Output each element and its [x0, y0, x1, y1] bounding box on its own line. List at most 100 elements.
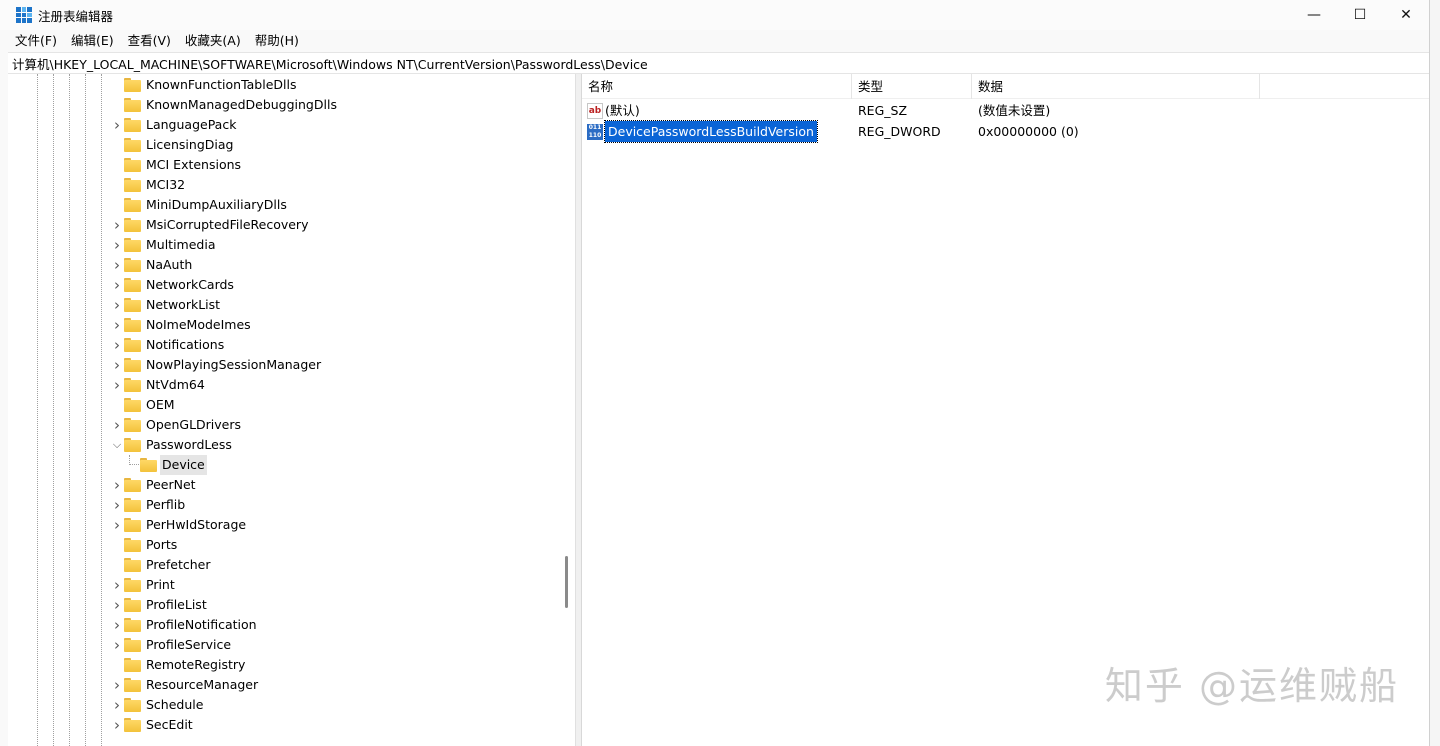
watermark-text: 知乎 @运维贼船 — [1104, 664, 1399, 708]
chevron-right-icon[interactable]: › — [112, 315, 122, 335]
tree-item[interactable]: › Schedule — [8, 695, 548, 715]
menu-view[interactable]: 查看(V) — [121, 30, 178, 52]
folder-icon — [124, 178, 141, 192]
menu-favorites[interactable]: 收藏夹(A) — [178, 30, 248, 52]
column-header-name[interactable]: 名称 — [582, 74, 852, 99]
tree-item[interactable]: › ProfileService — [8, 635, 548, 655]
tree-item[interactable]: › ProfileNotification — [8, 615, 548, 635]
tree-item-label: OpenGLDrivers — [146, 417, 242, 432]
chevron-right-icon[interactable]: › — [112, 375, 122, 395]
folder-icon — [124, 538, 141, 552]
tree-item[interactable]: › LanguagePack — [8, 115, 548, 135]
tree-item[interactable]: › NtVdm64 — [8, 375, 548, 395]
chevron-right-icon[interactable]: › — [112, 215, 122, 235]
tree-item[interactable]: › NetworkList — [8, 295, 548, 315]
tree-item[interactable]: OEM — [8, 395, 548, 415]
tree-scrollbar-thumb[interactable] — [565, 556, 568, 608]
tree-item[interactable]: KnownFunctionTableDlls — [8, 75, 548, 95]
folder-icon — [124, 438, 141, 452]
chevron-right-icon[interactable]: › — [112, 615, 122, 635]
tree-item[interactable]: › PeerNet — [8, 475, 548, 495]
tree-item-label: ProfileNotification — [146, 617, 257, 632]
tree-item-label: ProfileService — [146, 637, 232, 652]
chevron-right-icon[interactable]: › — [112, 335, 122, 355]
chevron-right-icon[interactable]: › — [112, 235, 122, 255]
tree-item-label: PeerNet — [146, 477, 196, 492]
chevron-right-icon[interactable]: › — [112, 415, 122, 435]
maximize-button[interactable]: ☐ — [1337, 0, 1383, 30]
tree-item[interactable]: Ports — [8, 535, 548, 555]
tree-item[interactable]: KnownManagedDebuggingDlls — [8, 95, 548, 115]
tree-item[interactable]: MCI Extensions — [8, 155, 548, 175]
tree-item[interactable]: Prefetcher — [8, 555, 548, 575]
title-bar[interactable]: 注册表编辑器 — ☐ ✕ — [0, 0, 1429, 30]
close-button[interactable]: ✕ — [1383, 0, 1429, 30]
tree-item-label: OEM — [146, 397, 175, 412]
tree-item-label: PerHwIdStorage — [146, 517, 247, 532]
chevron-right-icon[interactable]: › — [112, 635, 122, 655]
tree-item[interactable]: › SecEdit — [8, 715, 548, 735]
tree-item[interactable]: MCI32 — [8, 175, 548, 195]
chevron-down-icon[interactable]: ⌵ — [112, 435, 122, 455]
key-tree-pane[interactable]: KnownFunctionTableDlls KnownManagedDebugg… — [8, 74, 576, 746]
folder-icon — [124, 418, 141, 432]
tree-item[interactable]: › OpenGLDrivers — [8, 415, 548, 435]
tree-item[interactable]: LicensingDiag — [8, 135, 548, 155]
tree-item[interactable]: › ProfileList — [8, 595, 548, 615]
tree-item[interactable]: ⌵ PasswordLess — [8, 435, 548, 455]
tree-item[interactable]: › NetworkCards — [8, 275, 548, 295]
chevron-right-icon[interactable]: › — [112, 715, 122, 735]
chevron-right-icon[interactable]: › — [112, 295, 122, 315]
address-bar[interactable]: 计算机\HKEY_LOCAL_MACHINE\SOFTWARE\Microsof… — [8, 52, 1429, 74]
tree-item[interactable]: › Print — [8, 575, 548, 595]
value-row[interactable]: 011 110 DevicePasswordLessBuildVersion REG… — [582, 120, 1429, 143]
tree-item-label: LicensingDiag — [146, 137, 234, 152]
menu-bar: 文件(F) 编辑(E) 查看(V) 收藏夹(A) 帮助(H) — [0, 30, 1429, 52]
column-header-data[interactable]: 数据 — [972, 74, 1260, 99]
tree-item[interactable]: › MsiCorruptedFileRecovery — [8, 215, 548, 235]
values-list-pane[interactable]: 名称 类型 数据 ab (默认) REG_SZ (数值未设置) 011 110 Devic… — [581, 74, 1429, 746]
tree-item[interactable]: RemoteRegistry — [8, 655, 548, 675]
window-controls: — ☐ ✕ — [1291, 0, 1429, 30]
tree-item-label: Schedule — [146, 697, 204, 712]
tree-item[interactable]: › Perflib — [8, 495, 548, 515]
menu-edit[interactable]: 编辑(E) — [64, 30, 121, 52]
value-name-cell: 011 110 DevicePasswordLessBuildVersion — [582, 120, 852, 143]
tree-item-label: NowPlayingSessionManager — [146, 357, 322, 372]
chevron-right-icon[interactable]: › — [112, 595, 122, 615]
chevron-right-icon[interactable]: › — [112, 675, 122, 695]
tree-item-label: Perflib — [146, 497, 186, 512]
chevron-right-icon[interactable]: › — [112, 255, 122, 275]
string-value-icon: ab — [587, 102, 603, 119]
folder-icon — [124, 638, 141, 652]
chevron-right-icon[interactable]: › — [112, 275, 122, 295]
tree-item[interactable]: › PerHwIdStorage — [8, 515, 548, 535]
tree-item-label: Notifications — [146, 337, 225, 352]
chevron-right-icon[interactable]: › — [112, 575, 122, 595]
chevron-right-icon[interactable]: › — [112, 515, 122, 535]
folder-icon — [124, 218, 141, 232]
tree-item[interactable]: › NowPlayingSessionManager — [8, 355, 548, 375]
minimize-button[interactable]: — — [1291, 0, 1337, 30]
tree-item[interactable]: › Notifications — [8, 335, 548, 355]
menu-file[interactable]: 文件(F) — [8, 30, 64, 52]
tree-item[interactable]: › Multimedia — [8, 235, 548, 255]
chevron-right-icon[interactable]: › — [112, 475, 122, 495]
column-header-type[interactable]: 类型 — [852, 74, 972, 99]
regedit-app-icon — [16, 7, 32, 23]
tree-item-label: SecEdit — [146, 717, 193, 732]
value-row[interactable]: ab (默认) REG_SZ (数值未设置) — [582, 100, 1429, 121]
chevron-right-icon[interactable]: › — [112, 115, 122, 135]
tree-item[interactable]: › NoImeModeImes — [8, 315, 548, 335]
tree-item[interactable]: › ResourceManager — [8, 675, 548, 695]
chevron-right-icon[interactable]: › — [112, 355, 122, 375]
chevron-right-icon[interactable]: › — [112, 695, 122, 715]
tree-item[interactable]: MiniDumpAuxiliaryDlls — [8, 195, 548, 215]
chevron-right-icon[interactable]: › — [112, 495, 122, 515]
tree-item[interactable]: › NaAuth — [8, 255, 548, 275]
address-path[interactable]: 计算机\HKEY_LOCAL_MACHINE\SOFTWARE\Microsof… — [12, 54, 648, 73]
tree-item-device[interactable]: Device — [8, 455, 548, 475]
menu-help[interactable]: 帮助(H) — [248, 30, 306, 52]
folder-icon — [124, 678, 141, 692]
folder-icon — [124, 238, 141, 252]
